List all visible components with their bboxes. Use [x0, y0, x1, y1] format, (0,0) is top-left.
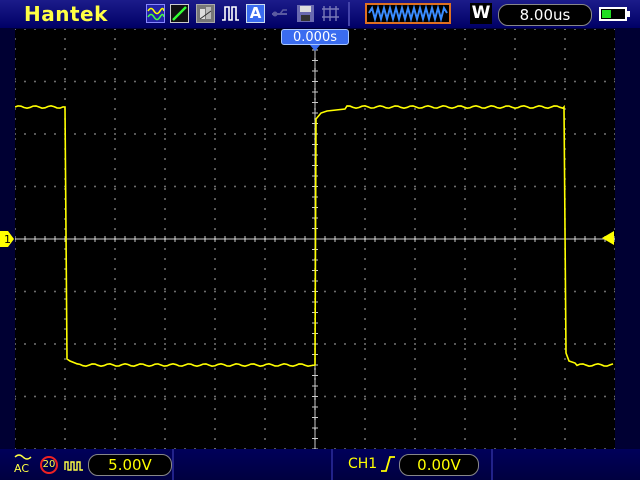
- memory-depth-bar: [365, 3, 451, 24]
- save-icon[interactable]: [296, 4, 315, 23]
- trigger-position-readout[interactable]: 0.000s: [281, 29, 349, 45]
- scope-display[interactable]: [14, 28, 616, 450]
- persist-icon[interactable]: [196, 4, 215, 23]
- trigger-level-readout[interactable]: 0.00V: [399, 454, 479, 476]
- timebase-readout[interactable]: 8.00us: [498, 4, 592, 26]
- toolbar-separator: [348, 2, 350, 26]
- coupling-indicator[interactable]: AC: [14, 453, 32, 474]
- trigger-source[interactable]: CH1: [348, 456, 377, 472]
- bandwidth-limit-indicator[interactable]: 20: [40, 456, 58, 474]
- battery-level: [602, 10, 611, 18]
- ch1-marker-label: 1: [4, 233, 11, 246]
- auto-icon[interactable]: A: [246, 4, 265, 23]
- coupling-label: AC: [14, 462, 30, 475]
- rising-edge-icon[interactable]: [380, 455, 396, 477]
- bottom-status-bar: AC 20 5.00V CH1 0.00V: [0, 449, 640, 480]
- usb-icon[interactable]: [271, 4, 290, 23]
- waveform-icon[interactable]: [146, 4, 165, 23]
- battery-icon: [599, 7, 630, 21]
- ruler-icon[interactable]: [321, 4, 340, 23]
- probe-icon: [64, 457, 84, 476]
- waveform-plot: [14, 28, 616, 450]
- trigger-level-marker[interactable]: [602, 231, 614, 245]
- memory-window-label: W: [470, 3, 492, 24]
- brand-logo: Hantek: [24, 2, 108, 26]
- slope-icon[interactable]: [170, 4, 189, 23]
- trigger-position-arrow: [310, 45, 320, 51]
- pulse-icon[interactable]: [221, 4, 240, 23]
- top-toolbar: Hantek A W 8.00us: [0, 0, 640, 28]
- volts-per-div-readout[interactable]: 5.00V: [88, 454, 172, 476]
